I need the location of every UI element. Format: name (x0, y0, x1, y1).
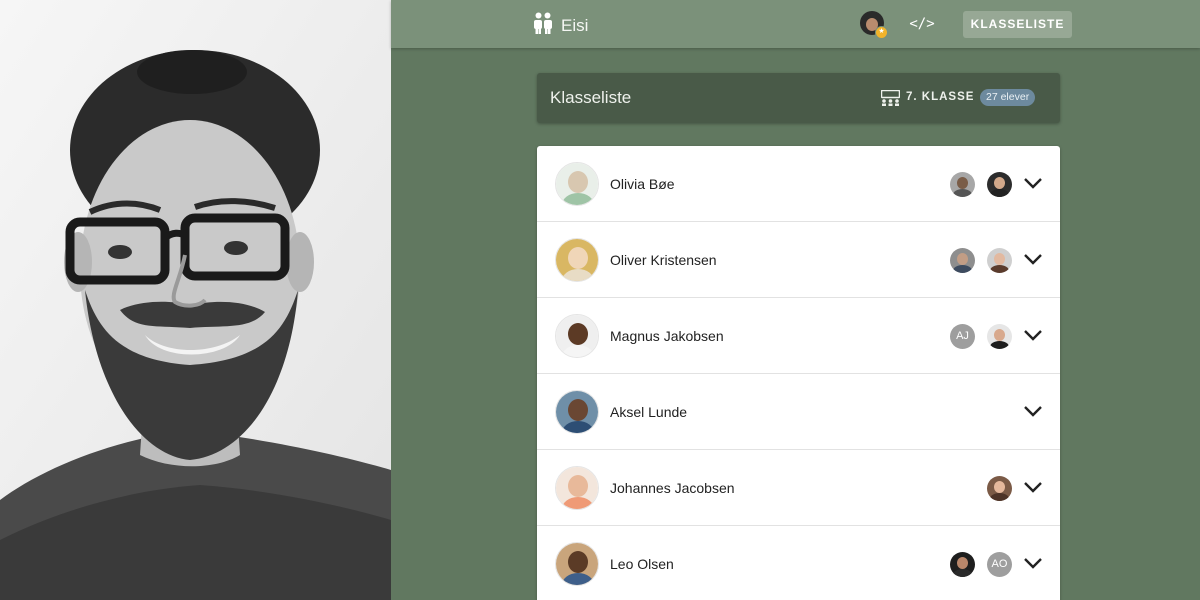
chevron-down-icon[interactable] (1023, 327, 1043, 343)
student-name: Olivia Bøe (610, 176, 675, 192)
class-label: 7. KLASSE (906, 91, 975, 103)
student-name: Oliver Kristensen (610, 252, 717, 268)
top-bar: Eisi ★ </> KLASSELISTE (391, 0, 1200, 48)
portrait-photo (0, 0, 391, 600)
student-name: Johannes Jacobsen (610, 480, 735, 496)
classroom-icon (880, 89, 901, 111)
parent-avatar[interactable] (950, 172, 975, 197)
list-item[interactable]: Leo Olsen AO (537, 526, 1060, 600)
page-title: Klasseliste (550, 88, 632, 107)
brand-name: Eisi (561, 15, 589, 35)
student-avatar (555, 314, 599, 358)
student-name: Magnus Jakobsen (610, 328, 724, 344)
list-item[interactable]: Olivia Bøe (537, 146, 1060, 222)
parent-avatars (950, 172, 1012, 197)
list-item[interactable]: Oliver Kristensen (537, 222, 1060, 298)
klasseliste-button[interactable]: KLASSELISTE (963, 11, 1072, 38)
student-count-badge: 27 elever (980, 89, 1036, 106)
student-avatar (555, 162, 599, 206)
student-avatar (555, 466, 599, 510)
chevron-down-icon[interactable] (1023, 479, 1043, 495)
chevron-down-icon[interactable] (1023, 403, 1043, 419)
user-avatar[interactable]: ★ (860, 11, 888, 39)
app-panel: Eisi ★ </> KLASSELISTE Klasseliste 7. KL… (391, 0, 1200, 600)
parent-avatar[interactable] (987, 248, 1012, 273)
code-icon[interactable]: </> (909, 13, 935, 35)
people-icon (533, 12, 553, 39)
brand[interactable]: Eisi (533, 12, 588, 39)
parent-avatars (987, 476, 1012, 501)
star-badge-icon: ★ (875, 26, 888, 39)
class-header: Klasseliste 7. KLASSE 27 elever (537, 73, 1060, 123)
chevron-down-icon[interactable] (1023, 251, 1043, 267)
parent-avatars (950, 248, 1012, 273)
parent-avatar[interactable] (987, 324, 1012, 349)
parent-avatars: AJ (950, 324, 1012, 349)
list-item[interactable]: Magnus Jakobsen AJ (537, 298, 1060, 374)
parent-avatars: AO (950, 552, 1012, 577)
parent-avatar[interactable] (950, 552, 975, 577)
student-name: Leo Olsen (610, 556, 674, 572)
student-list: Olivia Bøe Oliver Kristensen Magnus Jako… (537, 146, 1060, 600)
student-name: Aksel Lunde (610, 404, 688, 420)
student-avatar (555, 390, 599, 434)
chevron-down-icon[interactable] (1023, 555, 1043, 571)
parent-initials[interactable]: AO (987, 552, 1012, 577)
chevron-down-icon[interactable] (1023, 175, 1043, 191)
parent-avatar[interactable] (950, 248, 975, 273)
student-avatar (555, 542, 599, 586)
list-item[interactable]: Aksel Lunde (537, 374, 1060, 450)
student-avatar (555, 238, 599, 282)
parent-initials[interactable]: AJ (950, 324, 975, 349)
parent-avatar[interactable] (987, 172, 1012, 197)
list-item[interactable]: Johannes Jacobsen (537, 450, 1060, 526)
parent-avatar[interactable] (987, 476, 1012, 501)
